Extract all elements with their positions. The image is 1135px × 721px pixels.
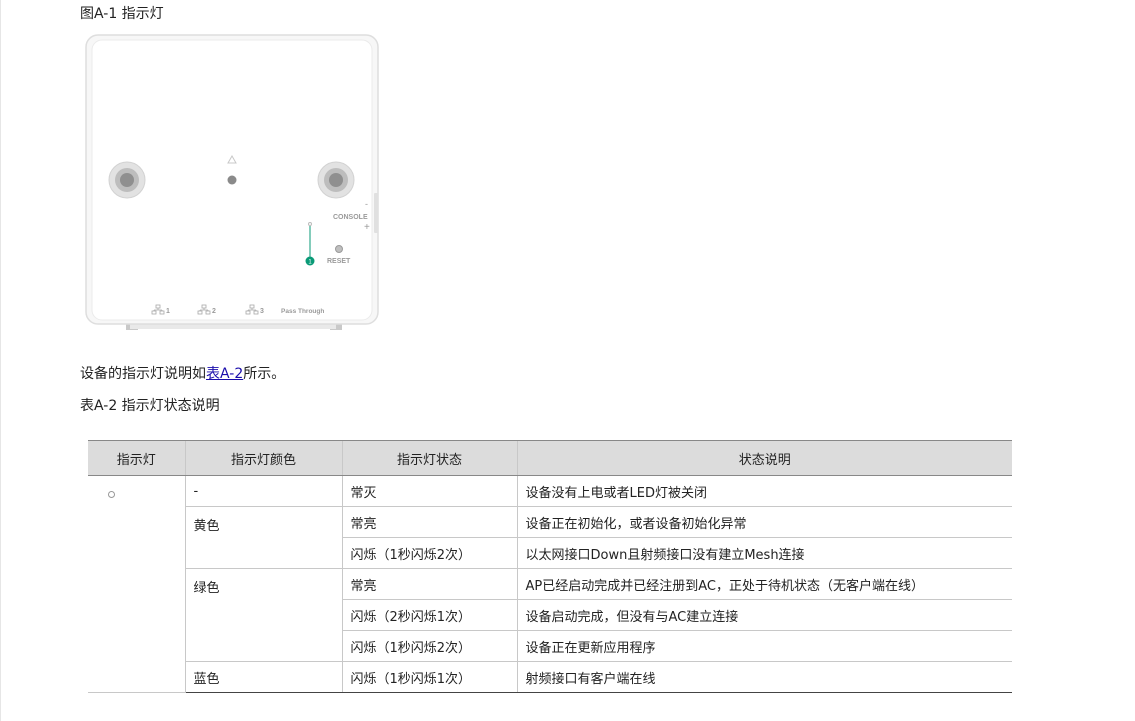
state-cell: 常灭 [341,475,517,507]
table-row: 绿色 常亮 AP已经启动完成并已经注册到AC，正处于待机状态（无客户端在线） [88,568,1012,662]
color-cell: - [184,475,342,507]
state-cell: 闪烁（1秒闪烁1次） [341,661,517,693]
side-button [374,193,378,233]
color-cell: 蓝色 [184,661,342,693]
description-cell: 设备正在初始化，或者设备初始化异常 [516,506,1012,538]
table-a2-link[interactable]: 表A-2 [206,366,243,382]
table-row: - 常灭 设备没有上电或者LED灯被关闭 [88,475,1012,693]
color-cell: 黄色 [184,506,342,569]
indicator-led [227,175,237,185]
state-cell: 闪烁（1秒闪烁2次） [341,537,517,569]
port-2-label: 2 [212,308,216,315]
table-header-row: 指示灯 指示灯颜色 指示灯状态 状态说明 [88,440,1012,476]
state-cell: 闪烁（2秒闪烁1次） [341,599,517,631]
led-ring-icon [108,491,115,498]
state-cell: 常亮 [341,506,517,538]
console-minus: - [365,199,368,209]
paragraph-suffix: 所示。 [243,366,286,382]
port-3-label: 3 [260,308,264,315]
state-cell: 常亮 [341,568,517,600]
figure-caption: 图A-1 指示灯 [80,6,164,22]
reset-label: RESET [327,258,351,265]
table-row: 黄色 常亮 设备正在初始化，或者设备初始化异常 [88,506,1012,569]
console-label: CONSOLE [333,214,368,221]
description-cell: 以太网接口Down且射频接口没有建立Mesh连接 [516,537,1012,569]
led-status-table: 指示灯 指示灯颜色 指示灯状态 状态说明 - 常灭 设备没有上电或者LED灯被关… [88,440,1012,693]
page-left-border [0,0,1,721]
description-cell: 射频接口有客户端在线 [516,661,1012,693]
header-state: 指示灯状态 [341,440,517,476]
description-cell: AP已经启动完成并已经注册到AC，正处于待机状态（无客户端在线） [516,568,1012,600]
table-caption: 表A-2 指示灯状态说明 [80,398,220,414]
right-knob [317,161,355,199]
header-color: 指示灯颜色 [184,440,342,476]
header-description: 状态说明 [516,440,1012,476]
description-paragraph: 设备的指示灯说明如表A-2所示。 [80,364,285,384]
description-cell: 设备没有上电或者LED灯被关闭 [516,475,1012,507]
indicator-cell [88,475,185,693]
description-cell: 设备正在更新应用程序 [516,630,1012,662]
paragraph-prefix: 设备的指示灯说明如 [80,366,206,382]
color-cell: 绿色 [184,568,342,662]
description-cell: 设备启动完成，但没有与AC建立连接 [516,599,1012,631]
port-1-label: 1 [166,308,170,315]
table-row: 蓝色 闪烁（1秒闪烁1次） 射频接口有客户端在线 [88,661,1012,693]
device-illustration: CONSOLE - + RESET 1 1 2 3 Pass Through [84,33,380,331]
pass-through-label: Pass Through [281,308,324,315]
console-plus: + [364,222,370,233]
state-cell: 闪烁（1秒闪烁2次） [341,630,517,662]
left-knob [108,161,146,199]
reset-hole [335,245,343,253]
header-indicator: 指示灯 [88,440,185,476]
